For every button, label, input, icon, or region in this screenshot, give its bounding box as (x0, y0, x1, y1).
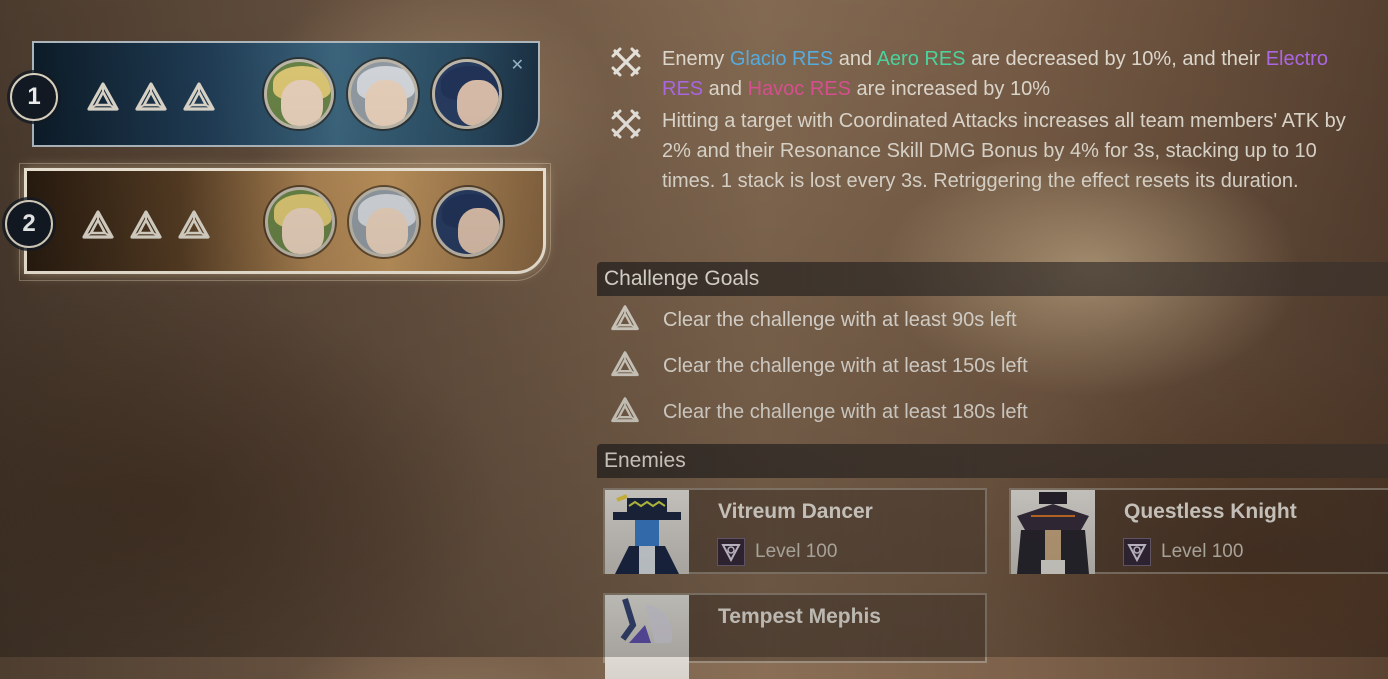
effect-text: Hitting a target with Coordinated Attack… (662, 110, 1346, 192)
enemy-card-questless-knight[interactable]: Questless Knight Level 100 (1009, 488, 1388, 574)
challenge-goal-icon (177, 209, 211, 243)
team-card-1[interactable]: 1 ✕ (10, 41, 540, 147)
crossed-swords-icon (610, 46, 642, 78)
enemy-class-icon (717, 538, 745, 566)
enemy-level: Level 100 (1123, 538, 1243, 566)
challenge-goal-text: Clear the challenge with at least 180s l… (663, 401, 1028, 423)
challenge-goal-icon (86, 81, 120, 115)
team-avatars (264, 59, 502, 129)
challenge-goal-icon (610, 350, 640, 380)
team-number-badge: 1 (10, 73, 58, 121)
challenge-goal-icon (129, 209, 163, 243)
challenge-goal-text: Clear the challenge with at least 150s l… (663, 355, 1028, 377)
havoc-res-label: Havoc RES (747, 78, 851, 100)
avatar-silver-hair-girl[interactable] (348, 59, 418, 129)
avatar-blonde-flower-girl[interactable] (265, 187, 335, 257)
enemy-class-icon (1123, 538, 1151, 566)
sparkle-icon: ✕ (510, 57, 524, 74)
enemy-level-text: Level 100 (1161, 541, 1244, 563)
team-avatars (265, 187, 503, 257)
avatar-blonde-flower-girl[interactable] (264, 59, 334, 129)
effect-res-modifier: Enemy Glacio RES and Aero RES are decrea… (608, 44, 1368, 104)
enemy-portrait (1011, 490, 1095, 574)
aero-res-label: Aero RES (876, 48, 966, 70)
enemy-name: Vitreum Dancer (718, 500, 873, 523)
challenge-goal-text: Clear the challenge with at least 90s le… (663, 309, 1017, 331)
enemy-name: Questless Knight (1124, 500, 1297, 523)
effect-text: Enemy (662, 48, 730, 70)
enemy-portrait (605, 595, 689, 679)
enemy-card-vitreum-dancer[interactable]: Vitreum Dancer Level 100 (603, 488, 987, 574)
enemy-level-text: Level 100 (755, 541, 838, 563)
battle-effects: Enemy Glacio RES and Aero RES are decrea… (608, 44, 1368, 198)
team-goal-marks (81, 209, 211, 243)
effect-text: are decreased by 10%, and their (965, 48, 1266, 70)
challenge-goal-icon (610, 304, 640, 334)
team-goal-marks (86, 81, 216, 115)
enemy-name: Tempest Mephis (718, 605, 881, 628)
challenge-goal-icon (81, 209, 115, 243)
team-card-2[interactable]: 2 (5, 163, 551, 281)
challenge-goal-icon (134, 81, 168, 115)
glacio-res-label: Glacio RES (729, 48, 834, 70)
effect-text: and (703, 78, 748, 100)
crossed-swords-icon (610, 108, 642, 140)
effect-text: and (833, 48, 877, 70)
enemy-card-tempest-mephis[interactable]: Tempest Mephis (603, 593, 987, 679)
effect-coordinated-attack: Hitting a target with Coordinated Attack… (608, 106, 1368, 196)
avatar-blue-hair-glasses-man[interactable] (433, 187, 503, 257)
enemy-portrait (605, 490, 689, 574)
enemy-level: Level 100 (717, 538, 837, 566)
challenge-goal-icon (182, 81, 216, 115)
avatar-silver-hair-girl[interactable] (349, 187, 419, 257)
team-number-badge: 2 (5, 200, 53, 248)
challenge-goals-header: Challenge Goals (597, 262, 1388, 296)
challenge-goal-icon (610, 396, 640, 426)
avatar-blue-hair-glasses-man[interactable] (432, 59, 502, 129)
enemies-header: Enemies (597, 444, 1388, 478)
effect-text: are increased by 10% (850, 78, 1050, 100)
